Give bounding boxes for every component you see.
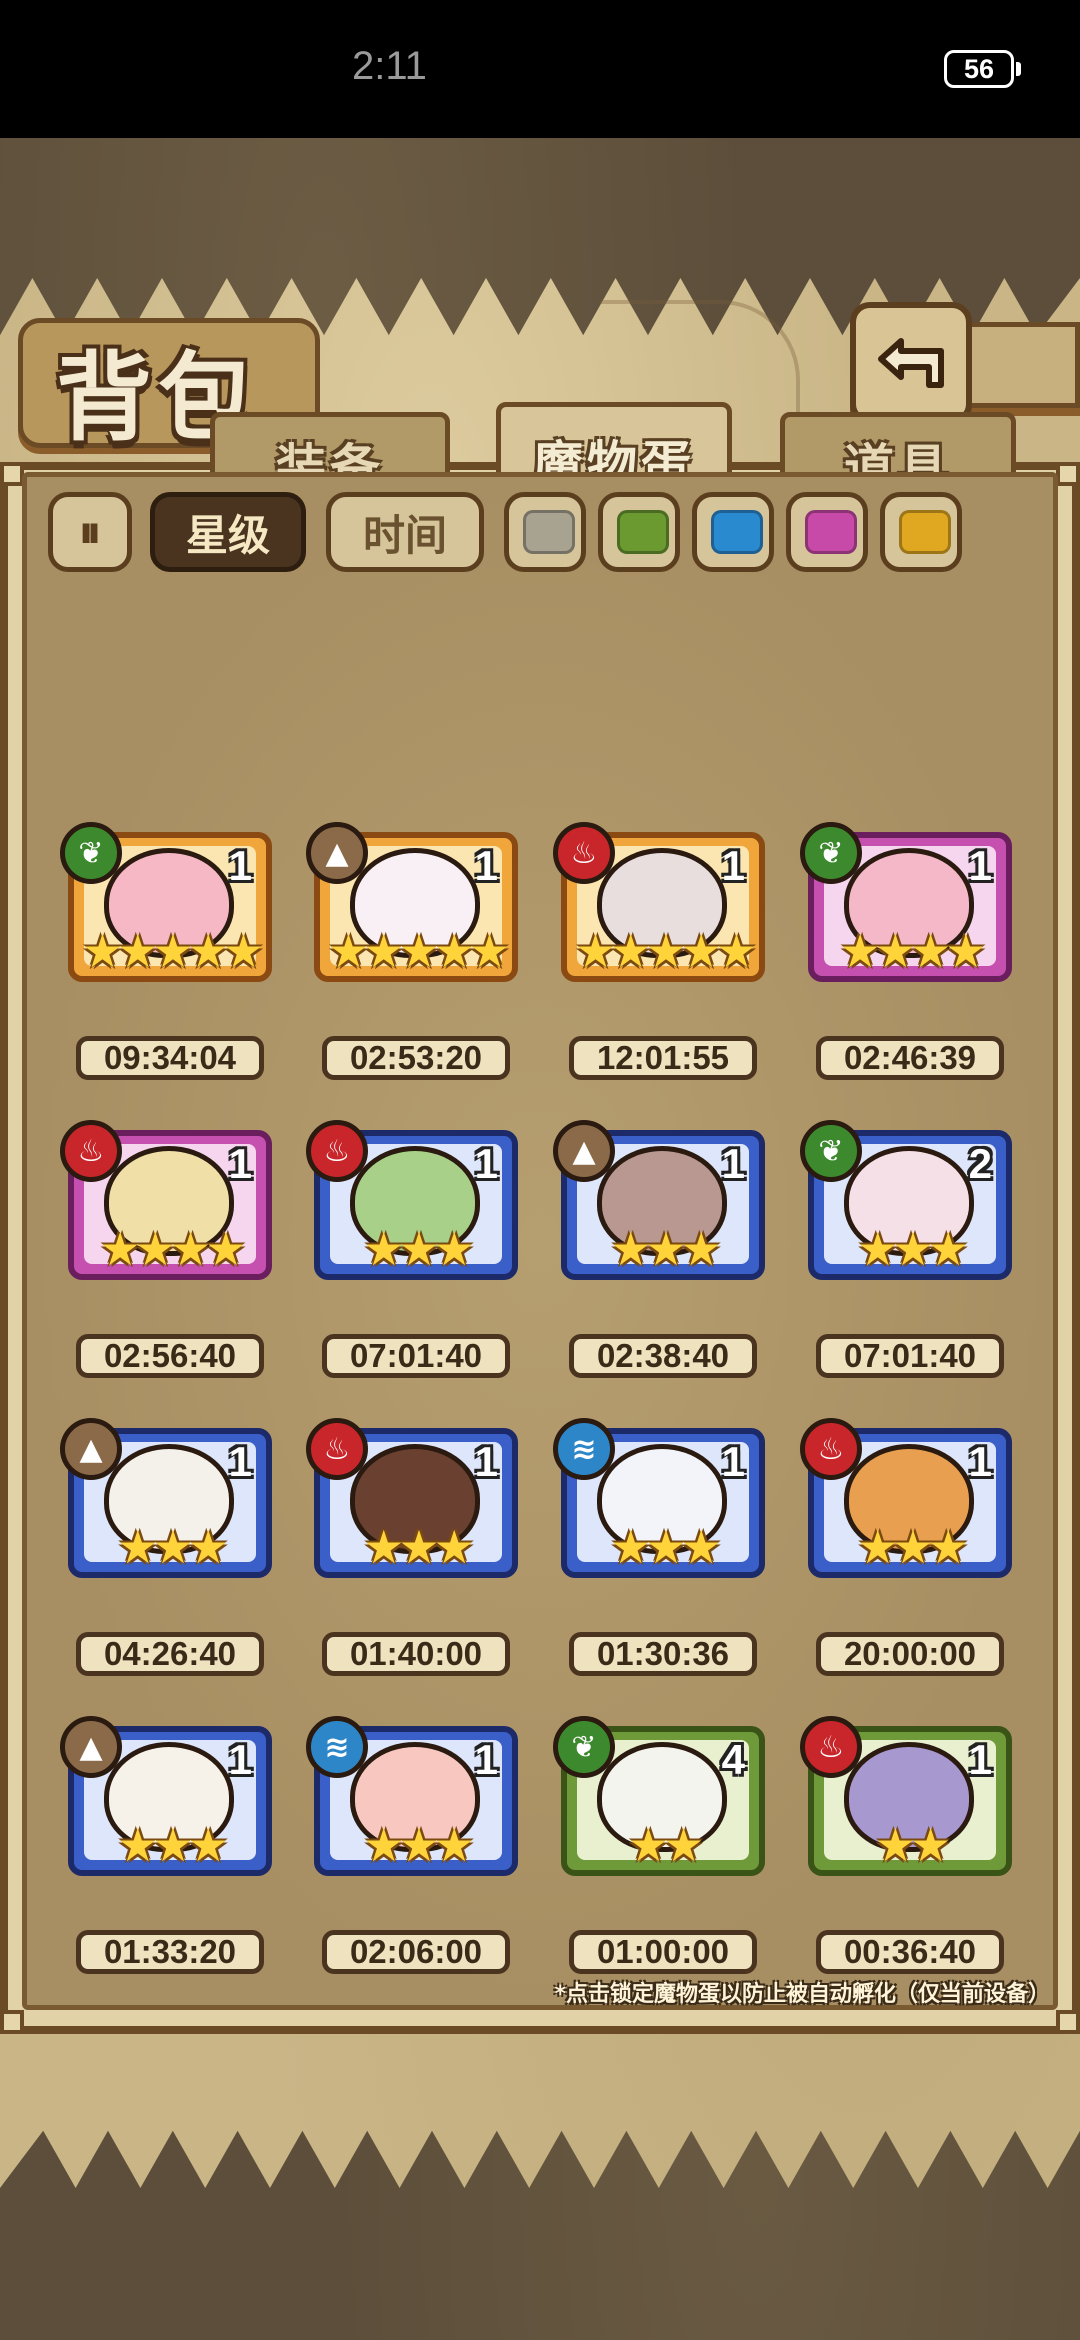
- status-bar: 2:11 56: [0, 0, 1080, 138]
- fire-element-icon: ♨: [60, 1120, 122, 1182]
- egg-count: 1: [721, 1438, 745, 1485]
- egg-count: 1: [228, 842, 252, 889]
- fire-element-icon: ♨: [553, 822, 615, 884]
- battery-tip: [1016, 62, 1021, 76]
- earth-element-icon: ▲: [306, 822, 368, 884]
- egg-count: 4: [721, 1736, 745, 1783]
- egg-star-rating: ★★★★★: [81, 924, 264, 978]
- filter-orange-button[interactable]: [880, 492, 962, 572]
- grass-element-icon: ❦: [800, 822, 862, 884]
- filter-blue-button[interactable]: [692, 492, 774, 572]
- corner-bolt: [0, 2010, 24, 2034]
- sort-star-button[interactable]: 星级: [150, 492, 306, 572]
- hatch-timer: 07:01:40: [322, 1334, 510, 1378]
- hatch-timer: 02:46:39: [816, 1036, 1004, 1080]
- hatch-timer: 02:56:40: [76, 1334, 264, 1378]
- fire-element-icon: ♨: [800, 1418, 862, 1480]
- back-arrow-icon: [878, 338, 944, 388]
- egg-star-rating: ★★★★: [839, 924, 987, 978]
- egg-count: 1: [228, 1438, 252, 1485]
- orange-swatch: [899, 510, 951, 554]
- lock-hint-footnote: *点击锁定魔物蛋以防止被自动孵化（仅当前设备）: [554, 1982, 1050, 2007]
- filter-green-button[interactable]: [598, 492, 680, 572]
- egg-star-rating: ★★: [627, 1818, 704, 1872]
- earth-element-icon: ▲: [60, 1418, 122, 1480]
- egg-count: 1: [968, 1438, 992, 1485]
- hatch-timer: 02:06:00: [322, 1930, 510, 1974]
- egg-star-rating: ★★★: [857, 1520, 969, 1574]
- hatch-timer: 09:34:04: [76, 1036, 264, 1080]
- egg-count: 1: [474, 1736, 498, 1783]
- earth-element-icon: ▲: [60, 1716, 122, 1778]
- egg-star-rating: ★★★: [363, 1520, 475, 1574]
- fire-element-icon: ♨: [800, 1716, 862, 1778]
- battery-icon: 56: [944, 50, 1014, 88]
- egg-count: 1: [228, 1736, 252, 1783]
- egg-star-rating: ★★★: [117, 1520, 229, 1574]
- egg-star-rating: ★★★: [610, 1520, 722, 1574]
- gray-swatch: [523, 510, 575, 554]
- sort-time-button[interactable]: 时间: [326, 492, 484, 572]
- corner-bolt: [0, 462, 24, 486]
- hatch-timer: 00:36:40: [816, 1930, 1004, 1974]
- hatch-timer: 01:00:00: [569, 1930, 757, 1974]
- fire-element-icon: ♨: [306, 1418, 368, 1480]
- egg-star-rating: ★★★: [857, 1222, 969, 1276]
- egg-count: 1: [474, 1438, 498, 1485]
- corner-bolt: [1056, 462, 1080, 486]
- fire-element-icon: ♨: [306, 1120, 368, 1182]
- hatch-timer: 12:01:55: [569, 1036, 757, 1080]
- earth-element-icon: ▲: [553, 1120, 615, 1182]
- blue-swatch: [711, 510, 763, 554]
- egg-star-rating: ★★★: [117, 1818, 229, 1872]
- egg-count: 1: [721, 842, 745, 889]
- grass-element-icon: ❦: [800, 1120, 862, 1182]
- back-button[interactable]: [850, 302, 972, 424]
- hatch-timer: 20:00:00: [816, 1632, 1004, 1676]
- egg-star-rating: ★★★★: [99, 1222, 247, 1276]
- hatch-timer: 07:01:40: [816, 1334, 1004, 1378]
- hatch-timer: 01:33:20: [76, 1930, 264, 1974]
- egg-star-rating: ★★: [874, 1818, 951, 1872]
- egg-star-rating: ★★★★★: [574, 924, 757, 978]
- egg-count: 1: [968, 842, 992, 889]
- water-element-icon: ≋: [306, 1716, 368, 1778]
- sort-direction-button[interactable]: ⏸: [48, 492, 132, 572]
- hatch-timer: 01:40:00: [322, 1632, 510, 1676]
- egg-star-rating: ★★★: [363, 1222, 475, 1276]
- egg-count: 1: [474, 1140, 498, 1187]
- egg-count: 2: [968, 1140, 992, 1187]
- egg-star-rating: ★★★★★: [327, 924, 510, 978]
- egg-count: 1: [474, 842, 498, 889]
- grass-element-icon: ❦: [553, 1716, 615, 1778]
- hatch-timer: 04:26:40: [76, 1632, 264, 1676]
- grass-element-icon: ❦: [60, 822, 122, 884]
- hatch-timer: 02:38:40: [569, 1334, 757, 1378]
- back-rail: [966, 322, 1080, 408]
- sort-star-label: 星级: [185, 510, 270, 560]
- purple-swatch: [805, 510, 857, 554]
- hatch-timer: 01:30:36: [569, 1632, 757, 1676]
- egg-star-rating: ★★★: [610, 1222, 722, 1276]
- egg-count: 1: [228, 1140, 252, 1187]
- egg-count: 1: [968, 1736, 992, 1783]
- hatch-timer: 02:53:20: [322, 1036, 510, 1080]
- sort-toggle-icon: ⏸: [79, 506, 101, 558]
- filter-gray-button[interactable]: [504, 492, 586, 572]
- corner-bolt: [1056, 2010, 1080, 2034]
- filter-purple-button[interactable]: [786, 492, 868, 572]
- green-swatch: [617, 510, 669, 554]
- status-time: 2:11: [352, 44, 427, 88]
- egg-count: 1: [721, 1140, 745, 1187]
- sort-time-label: 时间: [362, 510, 447, 560]
- egg-star-rating: ★★★: [363, 1818, 475, 1872]
- water-element-icon: ≋: [553, 1418, 615, 1480]
